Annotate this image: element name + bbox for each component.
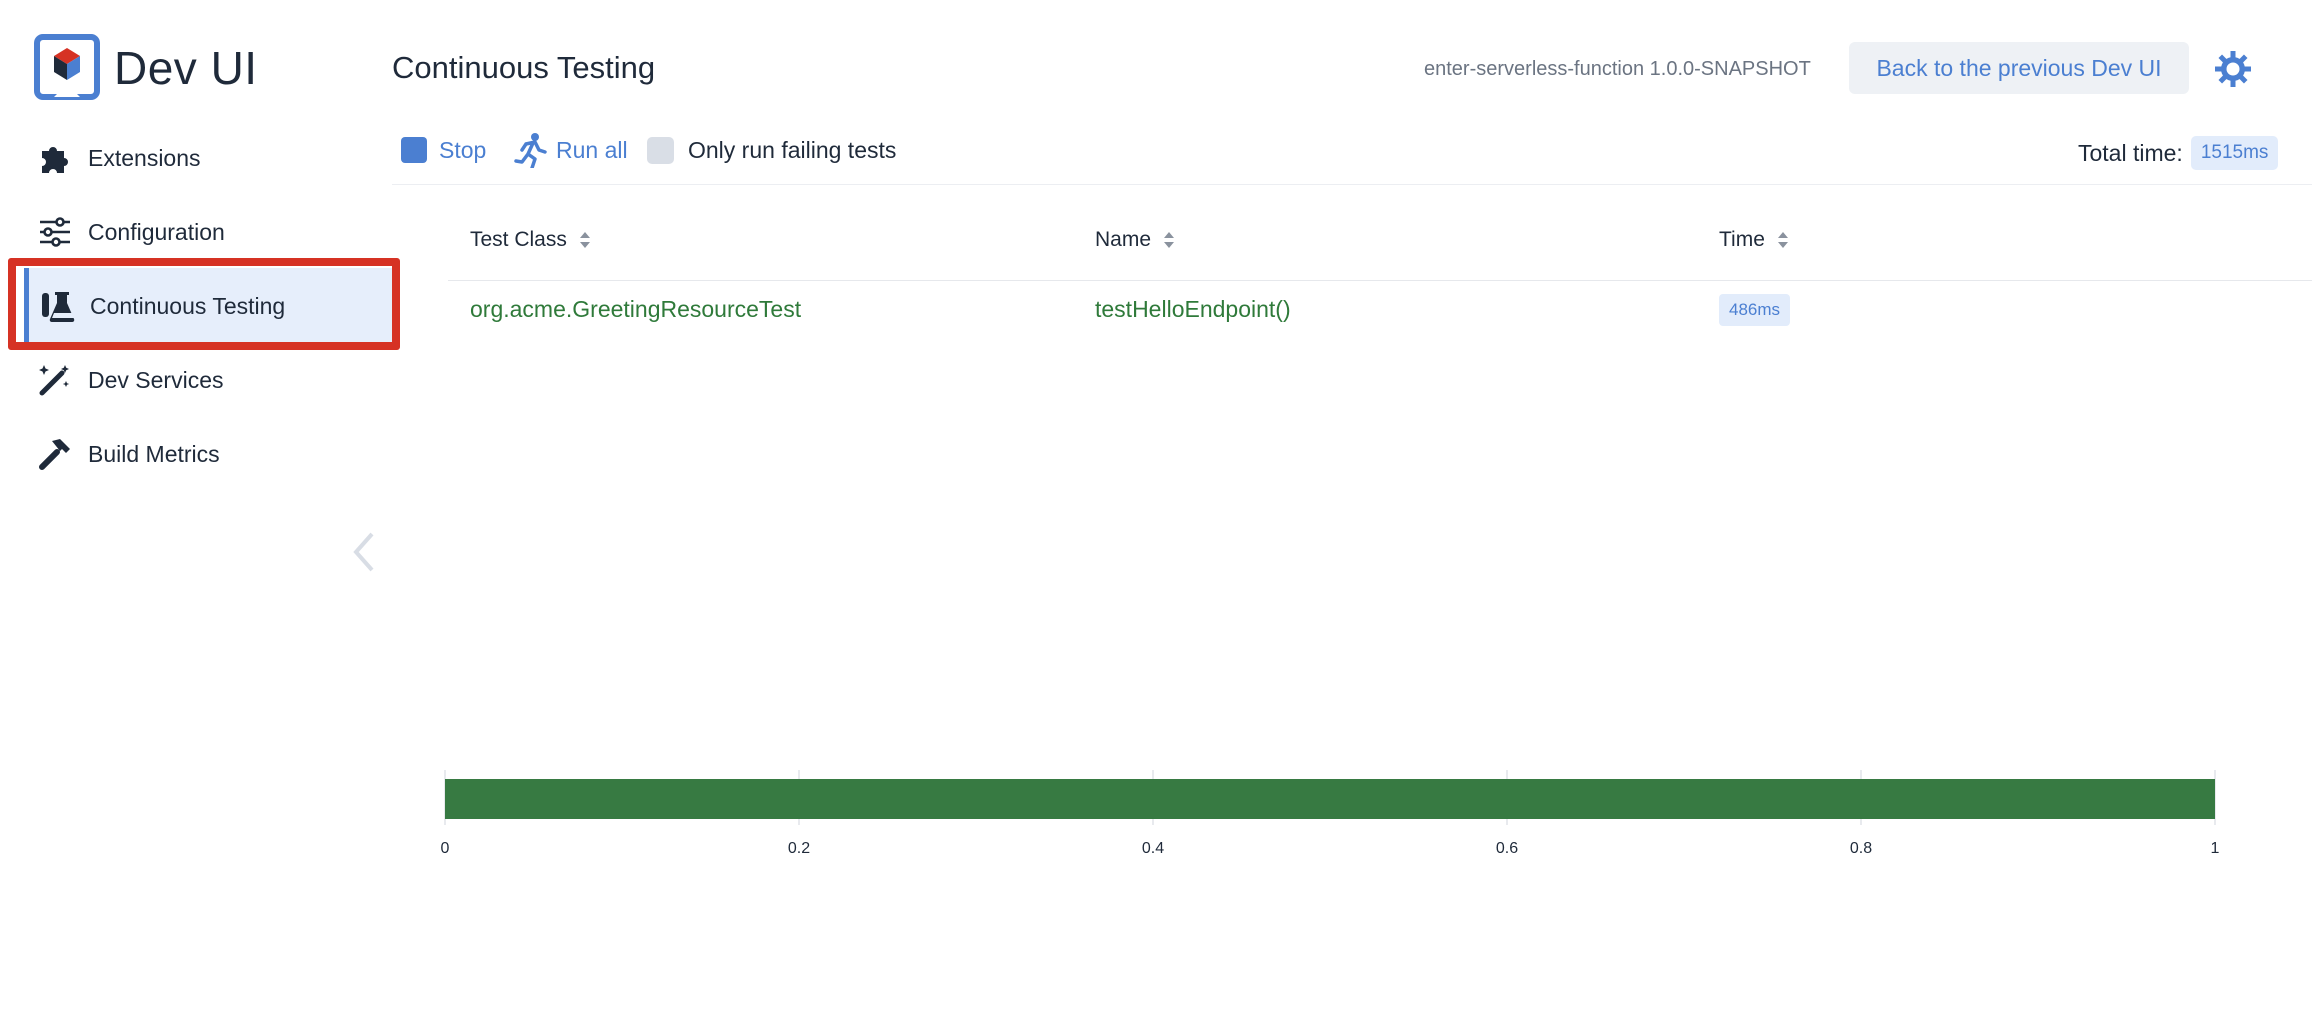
app-version: enter-serverless-function 1.0.0-SNAPSHOT <box>1424 58 1811 80</box>
running-person-icon <box>514 133 547 168</box>
stop-button[interactable]: Stop <box>401 132 486 168</box>
sidebar-item-build-metrics[interactable]: Build Metrics <box>24 416 394 492</box>
magic-wand-icon <box>36 361 74 399</box>
page-title: Continuous Testing <box>392 50 656 85</box>
total-time-badge: 1515ms <box>2190 136 2279 170</box>
sort-icon <box>1164 232 1175 248</box>
flask-icon <box>38 287 76 325</box>
stop-icon <box>401 137 427 163</box>
sidebar-item-label: Continuous Testing <box>90 292 286 319</box>
stop-label: Stop <box>439 136 487 163</box>
toolbar-divider <box>392 184 2312 185</box>
sidebar-item-label: Configuration <box>88 218 225 245</box>
sidebar-item-label: Build Metrics <box>88 440 220 467</box>
sidebar-item-dev-services[interactable]: Dev Services <box>24 342 394 418</box>
run-all-button[interactable]: Run all <box>514 132 628 168</box>
only-run-failing-tests-label: Only run failing tests <box>688 136 897 163</box>
total-time: Total time: 1515ms <box>2078 136 2279 170</box>
tick-label: 0.8 <box>1849 840 1873 857</box>
column-header-label: Name <box>1095 228 1152 251</box>
sort-icon <box>579 232 590 248</box>
sliders-icon <box>36 213 74 251</box>
sidebar-item-configuration[interactable]: Configuration <box>24 194 394 270</box>
brand-title: Dev UI <box>114 42 258 94</box>
sort-icon <box>1777 232 1788 248</box>
tick-label: 0.6 <box>1495 840 1519 857</box>
only-run-failing-tests-checkbox[interactable] <box>647 136 674 164</box>
tick-label: 0.4 <box>1141 840 1165 857</box>
back-to-previous-dev-ui-button[interactable]: Back to the previous Dev UI <box>1849 42 2189 94</box>
column-header-label: Time <box>1719 228 1765 251</box>
tick-label: 0 <box>440 840 450 857</box>
chevron-left-icon[interactable] <box>346 528 380 576</box>
table-header-divider <box>448 280 2312 281</box>
total-time-label: Total time: <box>2078 139 2183 166</box>
test-time-badge: 486ms <box>1719 294 1791 326</box>
progress-bar <box>445 779 2215 819</box>
sidebar-item-continuous-testing[interactable]: Continuous Testing <box>24 268 394 344</box>
sidebar-item-label: Dev Services <box>88 366 224 393</box>
tick-label: 1 <box>2210 840 2220 857</box>
column-header-label: Test Class <box>470 228 567 251</box>
test-name-cell: testHelloEndpoint() <box>1095 296 1291 322</box>
hammer-icon <box>36 435 74 473</box>
brand-logo[interactable]: Dev UI <box>34 34 258 102</box>
run-all-label: Run all <box>556 136 628 163</box>
tick-label: 0.2 <box>787 840 811 857</box>
sidebar-item-extensions[interactable]: Extensions <box>24 120 394 196</box>
theme-toggle-icon[interactable] <box>2214 50 2252 88</box>
column-header-name[interactable]: Name <box>1095 228 1175 252</box>
dev-ui-app: Dev UI Extensions Configuration Continuo… <box>0 0 2312 1020</box>
quarkus-logo-icon <box>34 34 100 100</box>
test-class-cell: org.acme.GreetingResourceTest <box>470 296 802 322</box>
column-header-time[interactable]: Time <box>1719 228 1789 252</box>
sidebar-item-label: Extensions <box>88 144 201 171</box>
column-header-test-class[interactable]: Test Class <box>470 228 591 252</box>
only-run-failing-tests-toggle[interactable]: Only run failing tests <box>647 132 896 168</box>
puzzle-icon <box>36 139 74 177</box>
